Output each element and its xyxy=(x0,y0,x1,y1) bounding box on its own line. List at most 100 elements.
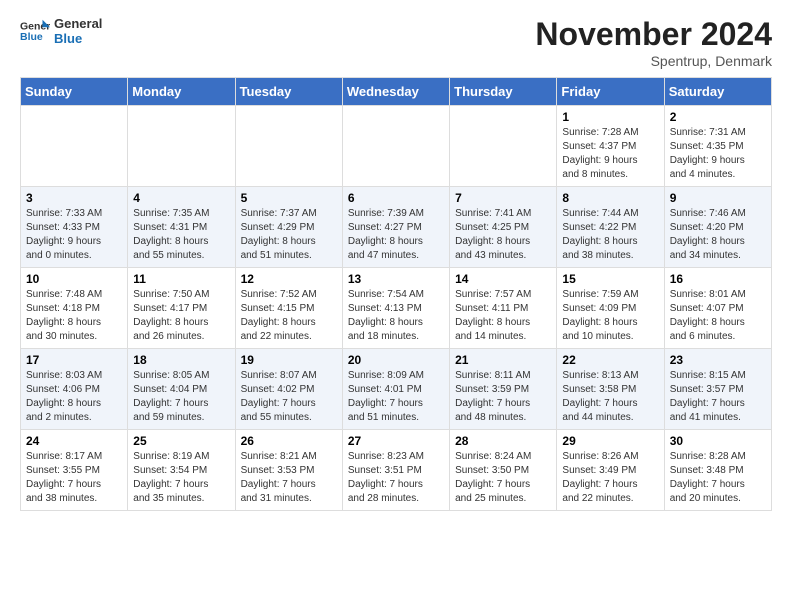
day-number: 20 xyxy=(348,353,444,367)
day-info: Sunrise: 7:50 AMSunset: 4:17 PMDaylight:… xyxy=(133,288,229,344)
calendar-cell: 9 Sunrise: 7:46 AMSunset: 4:20 PMDaylight… xyxy=(664,187,771,268)
logo-line1: General xyxy=(54,16,102,31)
svg-text:Blue: Blue xyxy=(20,31,43,43)
location-subtitle: Spentrup, Denmark xyxy=(535,53,772,69)
day-info: Sunrise: 7:28 AMSunset: 4:37 PMDaylight:… xyxy=(562,126,658,182)
calendar-week-1: 1Sunrise: 7:28 AMSunset: 4:37 PMDaylight… xyxy=(21,106,772,187)
day-header-friday: Friday xyxy=(557,78,664,106)
day-header-thursday: Thursday xyxy=(450,78,557,106)
day-number: 2 xyxy=(670,110,766,124)
day-info: Sunrise: 7:46 AMSunset: 4:20 PMDaylight:… xyxy=(670,207,766,263)
day-header-tuesday: Tuesday xyxy=(235,78,342,106)
day-info: Sunrise: 8:15 AMSunset: 3:57 PMDaylight:… xyxy=(670,369,766,425)
calendar-cell: 22Sunrise: 8:13 AMSunset: 3:58 PMDayligh… xyxy=(557,349,664,430)
day-info: Sunrise: 7:54 AMSunset: 4:13 PMDaylight:… xyxy=(348,288,444,344)
calendar-cell: 7Sunrise: 7:41 AMSunset: 4:25 PMDaylight… xyxy=(450,187,557,268)
calendar-cell: 18 Sunrise: 8:05 AMSunset: 4:04 PMDayligh… xyxy=(128,349,235,430)
day-number: 8 xyxy=(562,191,658,205)
day-number: 18 xyxy=(133,353,229,367)
calendar-cell xyxy=(450,106,557,187)
calendar-cell: 1Sunrise: 7:28 AMSunset: 4:37 PMDaylight… xyxy=(557,106,664,187)
day-info: Sunrise: 8:17 AMSunset: 3:55 PMDaylight:… xyxy=(26,450,122,506)
calendar-week-3: 10 Sunrise: 7:48 AMSunset: 4:18 PMDayligh… xyxy=(21,268,772,349)
calendar-cell: 25 Sunrise: 8:19 AMSunset: 3:54 PMDayligh… xyxy=(128,430,235,511)
day-number: 23 xyxy=(670,353,766,367)
day-number: 3 xyxy=(26,191,122,205)
day-info: Sunrise: 8:07 AMSunset: 4:02 PMDaylight:… xyxy=(241,369,337,425)
calendar-cell: 14Sunrise: 7:57 AMSunset: 4:11 PMDayligh… xyxy=(450,268,557,349)
day-number: 14 xyxy=(455,272,551,286)
page-header: General Blue General Blue November 2024 … xyxy=(20,16,772,69)
calendar-cell: 16 Sunrise: 8:01 AMSunset: 4:07 PMDayligh… xyxy=(664,268,771,349)
day-number: 22 xyxy=(562,353,658,367)
calendar-cell xyxy=(21,106,128,187)
day-number: 19 xyxy=(241,353,337,367)
calendar-cell: 24 Sunrise: 8:17 AMSunset: 3:55 PMDayligh… xyxy=(21,430,128,511)
day-header-saturday: Saturday xyxy=(664,78,771,106)
day-info: Sunrise: 7:59 AMSunset: 4:09 PMDaylight:… xyxy=(562,288,658,344)
day-number: 29 xyxy=(562,434,658,448)
day-info: Sunrise: 7:37 AMSunset: 4:29 PMDaylight:… xyxy=(241,207,337,263)
calendar-week-4: 17 Sunrise: 8:03 AMSunset: 4:06 PMDayligh… xyxy=(21,349,772,430)
month-title: November 2024 xyxy=(535,16,772,53)
calendar-cell: 29 Sunrise: 8:26 AMSunset: 3:49 PMDayligh… xyxy=(557,430,664,511)
calendar-cell: 28Sunrise: 8:24 AMSunset: 3:50 PMDayligh… xyxy=(450,430,557,511)
calendar-cell: 26Sunrise: 8:21 AMSunset: 3:53 PMDayligh… xyxy=(235,430,342,511)
day-number: 10 xyxy=(26,272,122,286)
calendar-cell: 21 Sunrise: 8:11 AMSunset: 3:59 PMDayligh… xyxy=(450,349,557,430)
day-number: 5 xyxy=(241,191,337,205)
calendar-table: SundayMondayTuesdayWednesdayThursdayFrid… xyxy=(20,77,772,511)
day-info: Sunrise: 7:44 AMSunset: 4:22 PMDaylight:… xyxy=(562,207,658,263)
day-number: 11 xyxy=(133,272,229,286)
day-number: 4 xyxy=(133,191,229,205)
calendar-cell: 11 Sunrise: 7:50 AMSunset: 4:17 PMDayligh… xyxy=(128,268,235,349)
day-info: Sunrise: 8:28 AMSunset: 3:48 PMDaylight:… xyxy=(670,450,766,506)
logo-icon: General Blue xyxy=(20,16,50,46)
day-info: Sunrise: 8:05 AMSunset: 4:04 PMDaylight:… xyxy=(133,369,229,425)
calendar-week-2: 3 Sunrise: 7:33 AMSunset: 4:33 PMDaylight… xyxy=(21,187,772,268)
calendar-cell: 20Sunrise: 8:09 AMSunset: 4:01 PMDayligh… xyxy=(342,349,449,430)
calendar-cell: 4 Sunrise: 7:35 AMSunset: 4:31 PMDaylight… xyxy=(128,187,235,268)
calendar-cell: 10 Sunrise: 7:48 AMSunset: 4:18 PMDayligh… xyxy=(21,268,128,349)
calendar-cell xyxy=(235,106,342,187)
day-number: 15 xyxy=(562,272,658,286)
day-header-sunday: Sunday xyxy=(21,78,128,106)
calendar-cell: 2Sunrise: 7:31 AMSunset: 4:35 PMDaylight… xyxy=(664,106,771,187)
day-info: Sunrise: 7:33 AMSunset: 4:33 PMDaylight:… xyxy=(26,207,122,263)
day-info: Sunrise: 8:26 AMSunset: 3:49 PMDaylight:… xyxy=(562,450,658,506)
day-info: Sunrise: 7:39 AMSunset: 4:27 PMDaylight:… xyxy=(348,207,444,263)
day-number: 25 xyxy=(133,434,229,448)
day-number: 16 xyxy=(670,272,766,286)
calendar-cell: 27 Sunrise: 8:23 AMSunset: 3:51 PMDayligh… xyxy=(342,430,449,511)
day-number: 9 xyxy=(670,191,766,205)
day-info: Sunrise: 8:11 AMSunset: 3:59 PMDaylight:… xyxy=(455,369,551,425)
calendar-cell: 30Sunrise: 8:28 AMSunset: 3:48 PMDayligh… xyxy=(664,430,771,511)
day-info: Sunrise: 7:35 AMSunset: 4:31 PMDaylight:… xyxy=(133,207,229,263)
day-header-wednesday: Wednesday xyxy=(342,78,449,106)
calendar-week-5: 24 Sunrise: 8:17 AMSunset: 3:55 PMDayligh… xyxy=(21,430,772,511)
day-info: Sunrise: 8:19 AMSunset: 3:54 PMDaylight:… xyxy=(133,450,229,506)
calendar-cell: 19 Sunrise: 8:07 AMSunset: 4:02 PMDayligh… xyxy=(235,349,342,430)
day-number: 24 xyxy=(26,434,122,448)
day-number: 17 xyxy=(26,353,122,367)
calendar-cell: 6 Sunrise: 7:39 AMSunset: 4:27 PMDaylight… xyxy=(342,187,449,268)
day-number: 21 xyxy=(455,353,551,367)
day-info: Sunrise: 7:52 AMSunset: 4:15 PMDaylight:… xyxy=(241,288,337,344)
calendar-cell: 13Sunrise: 7:54 AMSunset: 4:13 PMDayligh… xyxy=(342,268,449,349)
day-info: Sunrise: 8:01 AMSunset: 4:07 PMDaylight:… xyxy=(670,288,766,344)
calendar-cell: 5 Sunrise: 7:37 AMSunset: 4:29 PMDaylight… xyxy=(235,187,342,268)
calendar-cell: 17 Sunrise: 8:03 AMSunset: 4:06 PMDayligh… xyxy=(21,349,128,430)
calendar-cell: 12Sunrise: 7:52 AMSunset: 4:15 PMDayligh… xyxy=(235,268,342,349)
day-number: 6 xyxy=(348,191,444,205)
calendar-cell: 3 Sunrise: 7:33 AMSunset: 4:33 PMDaylight… xyxy=(21,187,128,268)
day-number: 27 xyxy=(348,434,444,448)
day-info: Sunrise: 8:03 AMSunset: 4:06 PMDaylight:… xyxy=(26,369,122,425)
calendar-cell: 23 Sunrise: 8:15 AMSunset: 3:57 PMDayligh… xyxy=(664,349,771,430)
day-info: Sunrise: 8:23 AMSunset: 3:51 PMDaylight:… xyxy=(348,450,444,506)
day-info: Sunrise: 7:48 AMSunset: 4:18 PMDaylight:… xyxy=(26,288,122,344)
logo-line2: Blue xyxy=(54,31,102,46)
day-info: Sunrise: 7:41 AMSunset: 4:25 PMDaylight:… xyxy=(455,207,551,263)
calendar-cell: 15 Sunrise: 7:59 AMSunset: 4:09 PMDayligh… xyxy=(557,268,664,349)
day-info: Sunrise: 8:24 AMSunset: 3:50 PMDaylight:… xyxy=(455,450,551,506)
logo: General Blue General Blue xyxy=(20,16,102,46)
